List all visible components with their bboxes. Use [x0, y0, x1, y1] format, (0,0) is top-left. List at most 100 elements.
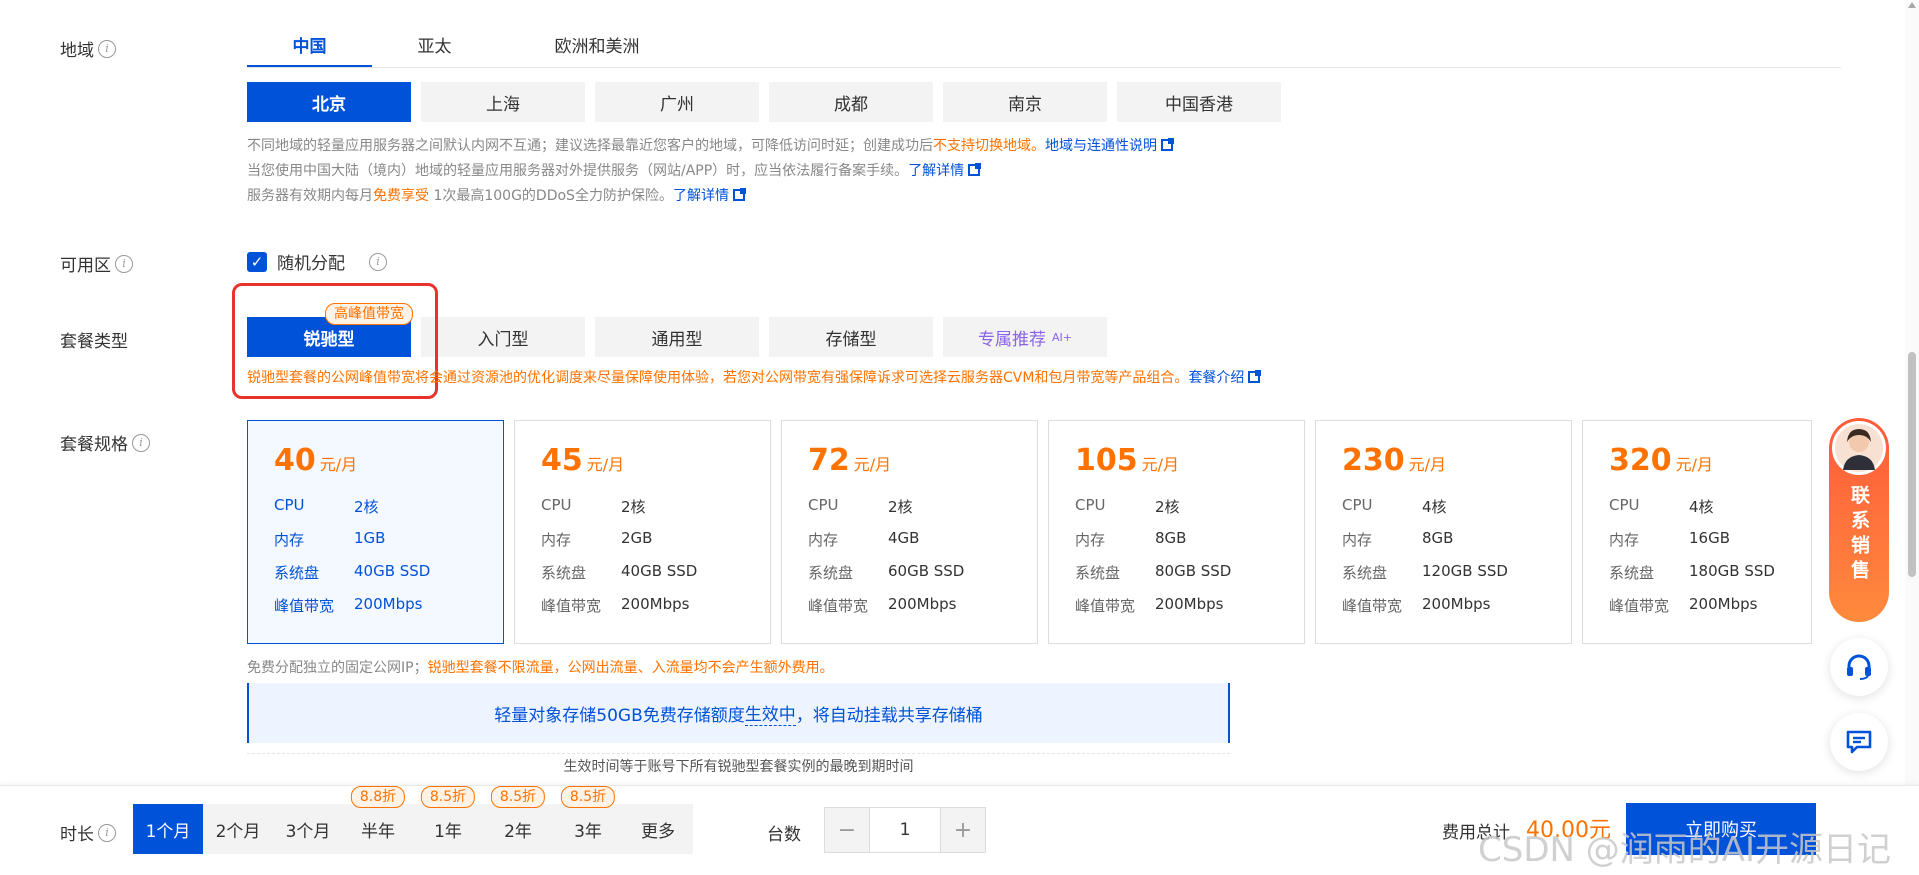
spec-value: 120GB SSD: [1422, 562, 1508, 580]
duration-1-month[interactable]: 1个月: [133, 804, 203, 854]
info-icon[interactable]: i: [115, 254, 133, 273]
spec-row-mem: 内存 4GB: [808, 529, 1011, 550]
spec-key: CPU: [808, 496, 839, 514]
spec-row-disk: 系统盘 40GB SSD: [541, 562, 744, 583]
duration-3-years[interactable]: 8.5折 3年: [553, 786, 623, 854]
discount-badge: 8.8折: [350, 786, 406, 808]
price-value: 72: [808, 443, 850, 478]
info-icon[interactable]: i: [98, 823, 116, 842]
spec-key: CPU: [274, 496, 305, 514]
duration-buttons: 1个月 2个月 3个月 8.8折 半年 8.5折 1年 8.5折 2年 8.5折 3年 …: [133, 786, 693, 854]
ip-note-text: 免费分配独立的固定公网IP；: [247, 660, 428, 676]
increment-button[interactable]: +: [941, 808, 985, 852]
spec-card[interactable]: 45 元/月 CPU 2核 内存 2GB 系统盘 40GB SSD 峰值带宽 200Mbp…: [514, 420, 771, 644]
discount-badge: 8.5折: [490, 786, 546, 808]
duration-half-year[interactable]: 8.8折 半年: [343, 786, 413, 854]
price-unit: 元/月: [1408, 455, 1447, 474]
card-price: 105 元/月: [1075, 443, 1278, 478]
random-assign-label: 随机分配: [277, 254, 345, 274]
card-price: 320 元/月: [1609, 443, 1785, 478]
scroll-up-arrow-icon[interactable]: [1908, 2, 1916, 8]
effective-note: 生效时间等于账号下所有锐驰型套餐实例的最晚到期时间: [247, 753, 1230, 776]
tab-china[interactable]: 中国: [247, 30, 372, 67]
price-value: 320: [1609, 443, 1672, 478]
city-button-shanghai[interactable]: 上海: [421, 82, 585, 122]
duration-label: 3个月: [285, 821, 331, 842]
contact-sales-button[interactable]: 联系销售: [1829, 418, 1889, 622]
external-link-icon: [732, 188, 746, 201]
count-label: 台数: [767, 825, 801, 845]
spec-key: 峰值带宽: [274, 597, 335, 615]
card-price: 45 元/月: [541, 443, 744, 478]
spec-row-disk: 系统盘 80GB SSD: [1075, 562, 1278, 583]
spec-card[interactable]: 230 元/月 CPU 4核 内存 8GB 系统盘 120GB SSD 峰值带宽 200M…: [1315, 420, 1572, 644]
info-icon[interactable]: i: [98, 39, 116, 58]
duration-1-year[interactable]: 8.5折 1年: [413, 786, 483, 854]
scrollbar-thumb[interactable]: [1908, 352, 1916, 577]
spec-card[interactable]: 40 元/月 CPU 2核 内存 1GB 系统盘 40GB SSD 峰值带宽 200Mbp…: [247, 420, 504, 644]
checkbox-checked-icon[interactable]: ✓: [247, 251, 267, 272]
filing-details-link[interactable]: 了解详情: [908, 163, 964, 179]
spec-value: 16GB: [1689, 529, 1731, 547]
spec-value: 2核: [1155, 498, 1180, 516]
duration-2-months[interactable]: 2个月: [203, 804, 273, 854]
price-unit: 元/月: [853, 455, 892, 474]
spec-key: 峰值带宽: [1075, 597, 1136, 615]
city-button-hongkong[interactable]: 中国香港: [1117, 82, 1281, 122]
city-button-nanjing[interactable]: 南京: [943, 82, 1107, 122]
info-icon[interactable]: i: [132, 433, 150, 452]
customer-service-button[interactable]: [1830, 638, 1888, 696]
type-button-storage[interactable]: 存储型: [769, 317, 933, 357]
spec-key: 系统盘: [1342, 564, 1388, 582]
spec-row-bw: 峰值带宽 200Mbps: [541, 595, 744, 616]
avatar: [1832, 421, 1886, 475]
spec-row-cpu: CPU 2核: [808, 496, 1011, 517]
type-button-general[interactable]: 通用型: [595, 317, 759, 357]
ddos-details-link[interactable]: 了解详情: [673, 188, 729, 204]
package-intro-link[interactable]: 套餐介绍: [1188, 370, 1244, 386]
quantity-input[interactable]: 1: [869, 808, 941, 852]
ai-tag: AI+: [1052, 330, 1072, 344]
type-button-entry[interactable]: 入门型: [421, 317, 585, 357]
duration-label: 更多: [641, 821, 675, 842]
region-connectivity-link[interactable]: 地域与连通性说明: [1045, 138, 1157, 154]
duration-2-years[interactable]: 8.5折 2年: [483, 786, 553, 854]
duration-more[interactable]: 更多: [623, 804, 693, 854]
spec-card[interactable]: 105 元/月 CPU 2核 内存 8GB 系统盘 80GB SSD 峰值带宽 200Mb…: [1048, 420, 1305, 644]
city-button-beijing[interactable]: 北京: [247, 82, 411, 122]
region-note-line: 当您使用中国大陆（境内）地域的轻量应用服务器对外提供服务（网站/APP）时，应当…: [247, 159, 1697, 184]
external-link-icon: [1161, 138, 1174, 151]
price-value: 40: [274, 443, 316, 478]
spec-key: 系统盘: [808, 564, 854, 582]
info-icon[interactable]: i: [369, 252, 387, 271]
spec-row-cpu: CPU 4核: [1342, 496, 1545, 517]
spec-key: 系统盘: [1075, 564, 1121, 582]
spec-row-disk: 系统盘 40GB SSD: [274, 562, 477, 583]
spec-row-cpu: CPU 2核: [274, 496, 477, 517]
storage-banner: 轻量对象存储50GB免费存储额度 生效中 ，将自动挂载共享存储桶: [247, 683, 1230, 743]
note-text: 当您使用中国大陆（境内）地域的轻量应用服务器对外提供服务（网站/APP）时，应当…: [247, 163, 909, 179]
spec-card[interactable]: 72 元/月 CPU 2核 内存 4GB 系统盘 60GB SSD 峰值带宽 200Mbp…: [781, 420, 1038, 644]
price-unit: 元/月: [1675, 455, 1714, 474]
decrement-button[interactable]: −: [825, 808, 869, 852]
feedback-button[interactable]: [1830, 713, 1888, 771]
contact-sales-label: 联系销售: [1848, 485, 1870, 585]
zone-label-text: 可用区: [60, 256, 111, 276]
duration-3-months[interactable]: 3个月: [273, 804, 343, 854]
region-note-line: 服务器有效期内每月免费享受 1次最高100G的DDoS全力防护保险。了解详情: [247, 184, 1697, 209]
city-button-chengdu[interactable]: 成都: [769, 82, 933, 122]
tab-europe-americas[interactable]: 欧洲和美洲: [497, 30, 697, 67]
storage-status: 生效中: [744, 700, 796, 726]
spec-key: 系统盘: [274, 564, 320, 582]
city-button-guangzhou[interactable]: 广州: [595, 82, 759, 122]
spec-value: 4核: [1422, 498, 1447, 516]
zone-random-option[interactable]: ✓ 随机分配 i: [247, 249, 387, 274]
tab-asia-pacific[interactable]: 亚太: [372, 30, 497, 67]
duration-label: 1个月: [145, 821, 191, 842]
spec-key: 内存: [1075, 531, 1106, 549]
type-button-recommended[interactable]: 专属推荐 AI+: [943, 317, 1107, 357]
spec-value: 200Mbps: [1689, 595, 1758, 613]
note-highlight: 免费享受: [373, 188, 429, 204]
spec-key: 内存: [808, 531, 839, 549]
spec-card[interactable]: 320 元/月 CPU 4核 内存 16GB 系统盘 180GB SSD 峰值带宽 200…: [1582, 420, 1812, 644]
